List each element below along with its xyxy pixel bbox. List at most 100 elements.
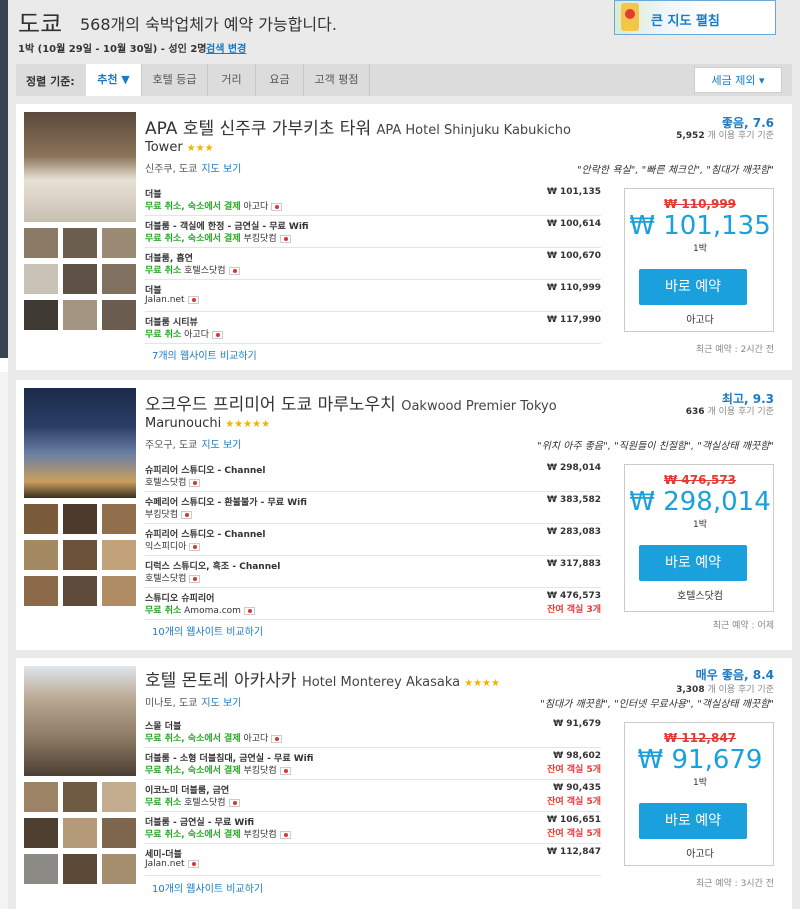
hotel-thumbnail[interactable] [102, 540, 136, 570]
hotel-thumbnail[interactable] [102, 576, 136, 606]
map-link[interactable]: 지도 보기 [201, 440, 241, 451]
deal-row[interactable]: 더블 무료 취소, 숙소에서 결제 아고다 ₩ 101,135 [145, 184, 601, 216]
hotel-thumbnail[interactable] [102, 504, 136, 534]
tax-toggle[interactable]: 세금 제외 ▾ [694, 67, 782, 93]
tab-guest-rating[interactable]: 고객 평점 [304, 64, 370, 96]
deal-price: ₩ 98,602 [553, 751, 601, 761]
book-now-button[interactable]: 바로 예약 [639, 545, 747, 581]
map-link[interactable]: 지도 보기 [201, 698, 241, 709]
price-box: ₩ 112,847 ₩ 91,679 1박 바로 예약 아고다 [624, 722, 774, 866]
hotel-thumbnail[interactable] [24, 300, 58, 330]
compare-sites-link[interactable]: 7개의 웹사이트 비교하기 [152, 347, 257, 362]
hotel-thumbnail[interactable] [63, 818, 97, 848]
free-cancel: 무료 취소, 숙소에서 결제 [145, 234, 241, 244]
hotel-thumbnail[interactable] [102, 300, 136, 330]
deal-row[interactable]: 슈피리어 스튜디오 - Channel 호텔스닷컴 ₩ 298,014 [145, 460, 601, 492]
tab-distance[interactable]: 거리 [208, 64, 256, 96]
hotel-photo[interactable] [24, 112, 136, 222]
review-highlights: "위치 아주 좋음", "직원들이 친절함", "객실상태 깨끗함" [536, 441, 774, 452]
price-box: ₩ 110,999 ₩ 101,135 1박 바로 예약 아고다 [624, 188, 774, 332]
compare-sites-link[interactable]: 10개의 웹사이트 비교하기 [152, 880, 263, 895]
deal-row[interactable]: 더블룸, 흡연 무료 취소 호텔스닷컴 ₩ 100,670 [145, 248, 601, 280]
hotel-thumbnail[interactable] [102, 228, 136, 258]
hotel-location: 신주쿠, 도쿄 지도 보기 [145, 160, 241, 175]
deal-row[interactable]: 더블 Jalan.net ₩ 110,999 [145, 280, 601, 312]
hotel-thumbnail[interactable] [24, 818, 58, 848]
hotel-thumbnail[interactable] [24, 782, 58, 812]
original-price: ₩ 110,999 [663, 197, 737, 211]
provider: 호텔스닷컴 [145, 478, 187, 488]
deal-price: ₩ 317,883 [546, 559, 601, 569]
hotel-thumbnail[interactable] [24, 264, 58, 294]
recent-booking: 최근 예약 : 2시간 전 [695, 345, 774, 355]
per-night: 1박 [692, 778, 707, 788]
hotel-thumbnail[interactable] [24, 854, 58, 884]
book-now-button[interactable]: 바로 예약 [639, 269, 747, 305]
compare-sites-link[interactable]: 10개의 웹사이트 비교하기 [152, 623, 263, 638]
deal-row[interactable]: 이코노미 더블룸, 금연 무료 취소 호텔스닷컴 ₩ 90,435 잔여 객실 5개 [145, 780, 601, 812]
location-text: 신주쿠, 도쿄 [145, 164, 198, 175]
hotel-thumbnail[interactable] [102, 854, 136, 884]
hotel-thumbnail[interactable] [63, 264, 97, 294]
deal-row[interactable]: 더블룸 - 금연실 - 무료 Wifi 무료 취소, 숙소에서 결제 부킹닷컴 ₩ … [145, 812, 601, 844]
korea-flag-icon [189, 478, 201, 487]
hotel-thumbnail[interactable] [24, 228, 58, 258]
deal-price: ₩ 117,990 [546, 315, 601, 325]
deal-row[interactable]: 스튜디오 슈피리어 무료 취소 Amoma.com ₩ 476,573 잔여 객실 3… [145, 588, 601, 620]
hotel-thumbnail[interactable] [102, 818, 136, 848]
change-search-link[interactable]: 검색 변경 [206, 40, 246, 55]
best-price[interactable]: ₩ 101,135 [625, 211, 775, 241]
deal-row[interactable]: 스몰 더블 무료 취소, 숙소에서 결제 아고다 ₩ 91,679 [145, 716, 601, 748]
hotel-card: APA 호텔 신주쿠 가부키초 타워 APA Hotel Shinjuku Ka… [16, 104, 792, 370]
book-now-button[interactable]: 바로 예약 [639, 803, 747, 839]
result-count: 568개의 숙박업체가 예약 가능합니다. [80, 15, 337, 34]
hotel-thumbnail[interactable] [63, 854, 97, 884]
hotel-thumbnail[interactable] [24, 504, 58, 534]
deal-row[interactable]: 수페리어 스튜디오 - 환불불가 - 무료 Wifi 부킹닷컴 ₩ 383,582 [145, 492, 601, 524]
deal-row[interactable]: 세미-더블 Jalan.net ₩ 112,847 [145, 844, 601, 876]
best-price[interactable]: ₩ 91,679 [625, 745, 775, 775]
tab-hotel-class[interactable]: 호텔 등급 [142, 64, 208, 96]
hotel-thumbnail[interactable] [63, 300, 97, 330]
booking-provider: 아고다 [686, 849, 714, 860]
deal-row[interactable]: 더블룸 - 소형 더블침대, 금연실 - 무료 Wifi 무료 취소, 숙소에서 … [145, 748, 601, 780]
tab-price[interactable]: 요금 [256, 64, 304, 96]
deal-price: ₩ 101,135 [546, 187, 601, 197]
star-rating: ★★★ [186, 143, 214, 154]
hotel-photo[interactable] [24, 388, 136, 498]
star-rating: ★★★★★ [225, 419, 271, 430]
deal-price: ₩ 112,847 [546, 847, 601, 857]
sort-label: 정렬 기준: [26, 75, 75, 88]
free-cancel: 무료 취소 [145, 330, 182, 340]
free-cancel: 무료 취소 [145, 606, 182, 616]
korea-flag-icon [189, 542, 201, 551]
provider: Jalan.net [145, 295, 185, 305]
deal-row[interactable]: 더블룸 - 객실에 한정 - 금연실 - 무료 Wifi 무료 취소, 숙소에서 … [145, 216, 601, 248]
tab-recommended[interactable]: 추천 ▼ [86, 64, 142, 96]
korea-flag-icon [228, 798, 240, 807]
hotel-thumbnail[interactable] [63, 228, 97, 258]
map-link[interactable]: 지도 보기 [201, 164, 241, 175]
hotel-name-en: Hotel Monterey Akasaka [301, 675, 461, 690]
hotel-thumbnail[interactable] [102, 782, 136, 812]
hotel-thumbnail[interactable] [24, 540, 58, 570]
hotel-name-en: Oakwood Premier Tokyo [401, 399, 557, 414]
deal-row[interactable]: 디럭스 스튜디오, 흑조 - Channel 호텔스닷컴 ₩ 317,883 [145, 556, 601, 588]
hotel-thumbnail[interactable] [24, 576, 58, 606]
korea-flag-icon [271, 734, 283, 743]
review-score[interactable]: 매우 좋음, 8.4 [696, 666, 774, 683]
provider: 부킹닷컴 [243, 766, 277, 776]
hotel-photo[interactable] [24, 666, 136, 776]
best-price[interactable]: ₩ 298,014 [625, 487, 775, 517]
deal-row[interactable]: 더블룸 시티뷰 무료 취소 아고다 ₩ 117,990 [145, 312, 601, 344]
big-map-button[interactable]: 큰 지도 펼침 [614, 0, 776, 35]
hotel-thumbnail[interactable] [63, 576, 97, 606]
hotel-title[interactable]: 호텔 몬토레 아카사카 Hotel Monterey Akasaka ★★★★ [145, 666, 500, 691]
hotel-thumbnail[interactable] [63, 540, 97, 570]
deal-row[interactable]: 슈피리어 스튜디오 - Channel 익스피디아 ₩ 283,083 [145, 524, 601, 556]
hotel-thumbnail[interactable] [63, 504, 97, 534]
hotel-name-en-cont: Marunouchi [145, 416, 222, 431]
hotel-thumbnail[interactable] [102, 264, 136, 294]
original-price: ₩ 476,573 [663, 473, 737, 487]
hotel-thumbnail[interactable] [63, 782, 97, 812]
